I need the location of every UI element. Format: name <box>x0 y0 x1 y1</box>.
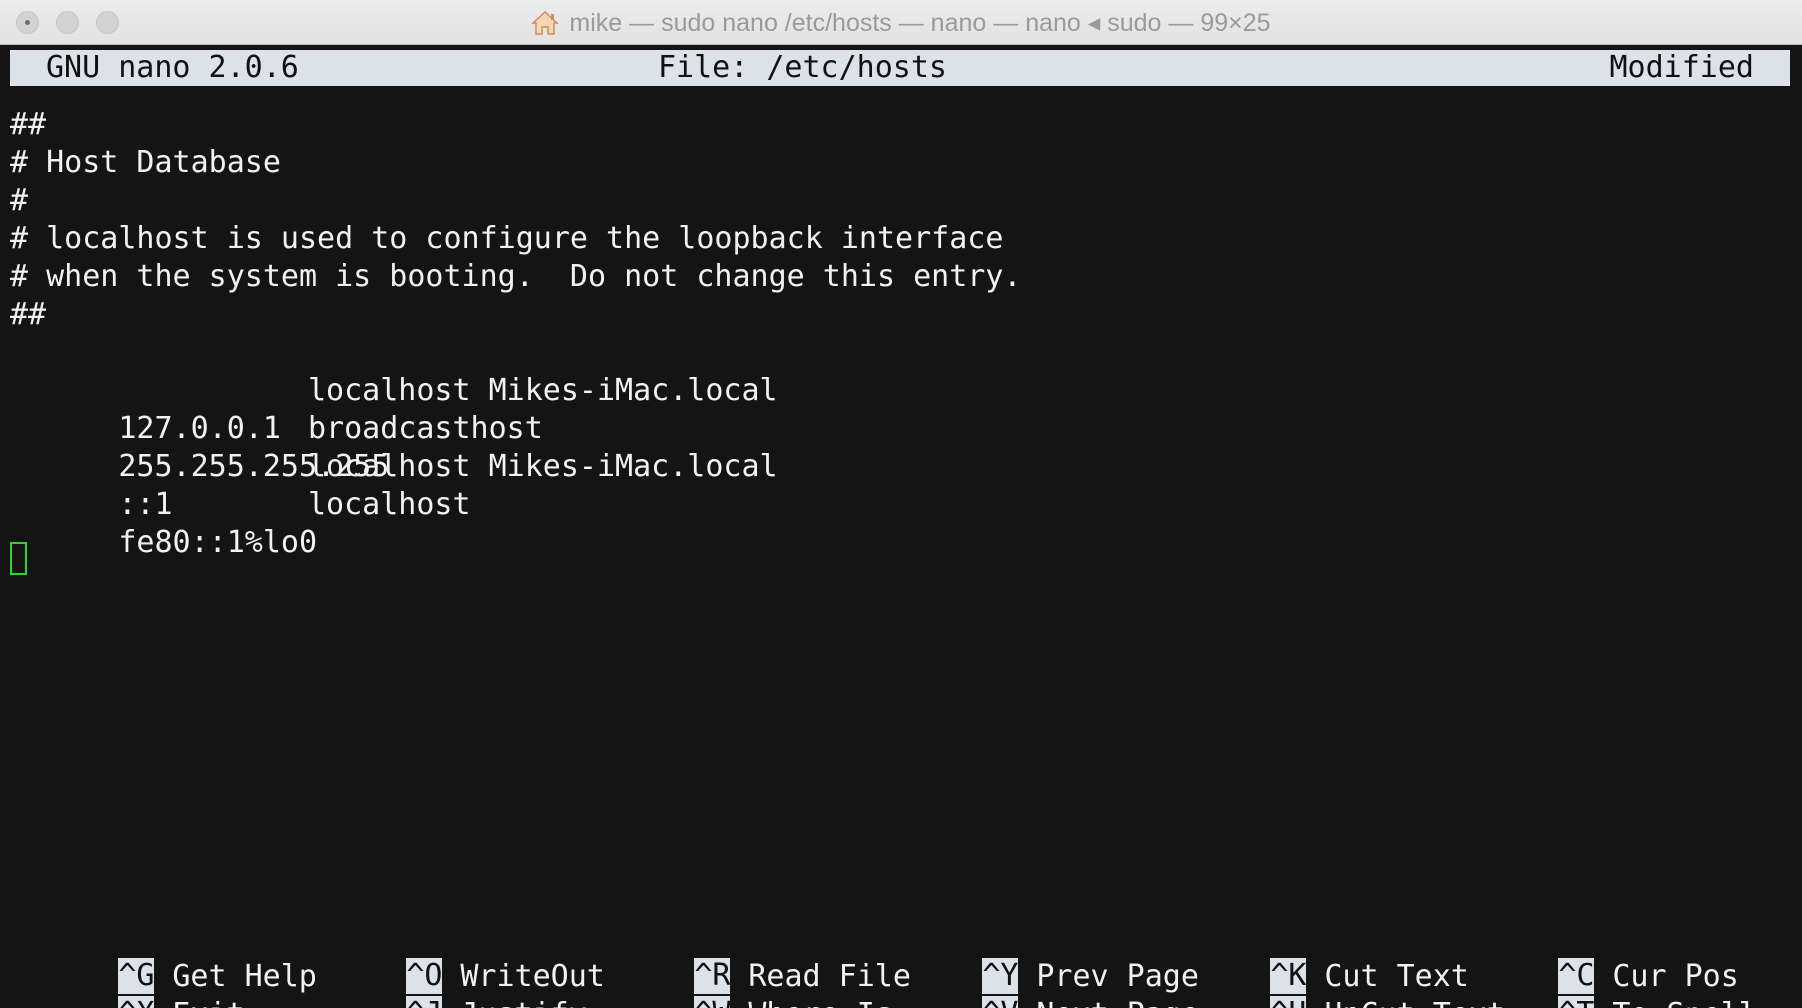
shortcut-label: Exit <box>172 996 244 1008</box>
shortcut-label: Where Is <box>748 996 893 1008</box>
file-line[interactable]: # localhost is used to configure the loo… <box>10 220 1003 258</box>
terminal-window: mike — sudo nano /etc/hosts — nano — nan… <box>0 0 1802 1008</box>
shortcut-to-spell[interactable]: ^T To Spell <box>1450 958 1757 1008</box>
shortcut-key: ^W <box>694 996 731 1008</box>
nano-modified-status: Modified <box>1609 50 1755 85</box>
shortcut-where-is[interactable]: ^W Where Is <box>586 958 893 1008</box>
host-names: localhost Mikes-iMac.local <box>308 373 778 408</box>
shortcut-writeout[interactable]: ^O WriteOut <box>298 920 605 994</box>
host-names: broadcasthost <box>308 411 543 446</box>
shortcut-label: To Spell <box>1612 996 1757 1008</box>
window-title-area: mike — sudo nano /etc/hosts — nano — nan… <box>0 0 1802 45</box>
shortcut-next-page[interactable]: ^VNext Page <box>874 958 1199 1008</box>
title-bar[interactable]: mike — sudo nano /etc/hosts — nano — nan… <box>0 0 1802 45</box>
shortcut-read-file[interactable]: ^R Read File <box>586 920 911 994</box>
nano-title-bar: GNU nano 2.0.6 File: /etc/hosts Modified <box>10 50 1790 86</box>
shortcut-exit[interactable]: ^X Exit <box>10 958 245 1008</box>
shortcut-key: ^J <box>406 996 443 1008</box>
shortcut-justify[interactable]: ^J Justify <box>298 958 587 1008</box>
file-line[interactable]: # when the system is booting. Do not cha… <box>10 258 1021 296</box>
shortcut-cur-pos[interactable]: ^C Cur Pos <box>1450 920 1739 994</box>
shortcut-key: ^T <box>1558 996 1595 1008</box>
host-address: fe80::1%lo0 <box>118 525 318 560</box>
host-entry[interactable]: fe80::1%lo0 localhost <box>10 486 1010 560</box>
shortcut-key: ^U <box>1270 996 1307 1008</box>
file-line[interactable]: ## <box>10 296 46 334</box>
host-entry[interactable]: ::1 localhost Mikes-iMac.local <box>10 448 1010 522</box>
terminal-content[interactable]: GNU nano 2.0.6 File: /etc/hosts Modified… <box>0 45 1802 1008</box>
file-line[interactable]: # <box>10 182 28 220</box>
shortcut-prev-page[interactable]: ^Y Prev Page <box>874 920 1199 994</box>
host-names: localhost Mikes-iMac.local <box>308 449 778 484</box>
window-title: mike — sudo nano /etc/hosts — nano — nan… <box>569 8 1271 37</box>
home-icon <box>531 10 560 35</box>
text-cursor <box>10 542 27 575</box>
host-entry[interactable]: 127.0.0.1 localhost Mikes-iMac.local <box>10 372 1010 446</box>
file-line[interactable]: # Host Database <box>10 144 281 182</box>
nano-file-label: File: /etc/hosts <box>658 50 947 85</box>
file-line[interactable]: ## <box>10 106 46 144</box>
nano-version: GNU nano 2.0.6 <box>46 50 299 85</box>
host-names: localhost <box>308 487 471 522</box>
shortcut-key: ^X <box>118 996 155 1008</box>
host-entry[interactable]: 255.255.255.255 broadcasthost <box>10 410 1010 484</box>
shortcut-key: ^V <box>982 996 1019 1008</box>
shortcut-get-help[interactable]: ^G Get Help <box>10 920 317 994</box>
shortcut-label: Justify <box>460 996 586 1008</box>
shortcut-cut-text[interactable]: ^K Cut Text <box>1162 920 1469 994</box>
